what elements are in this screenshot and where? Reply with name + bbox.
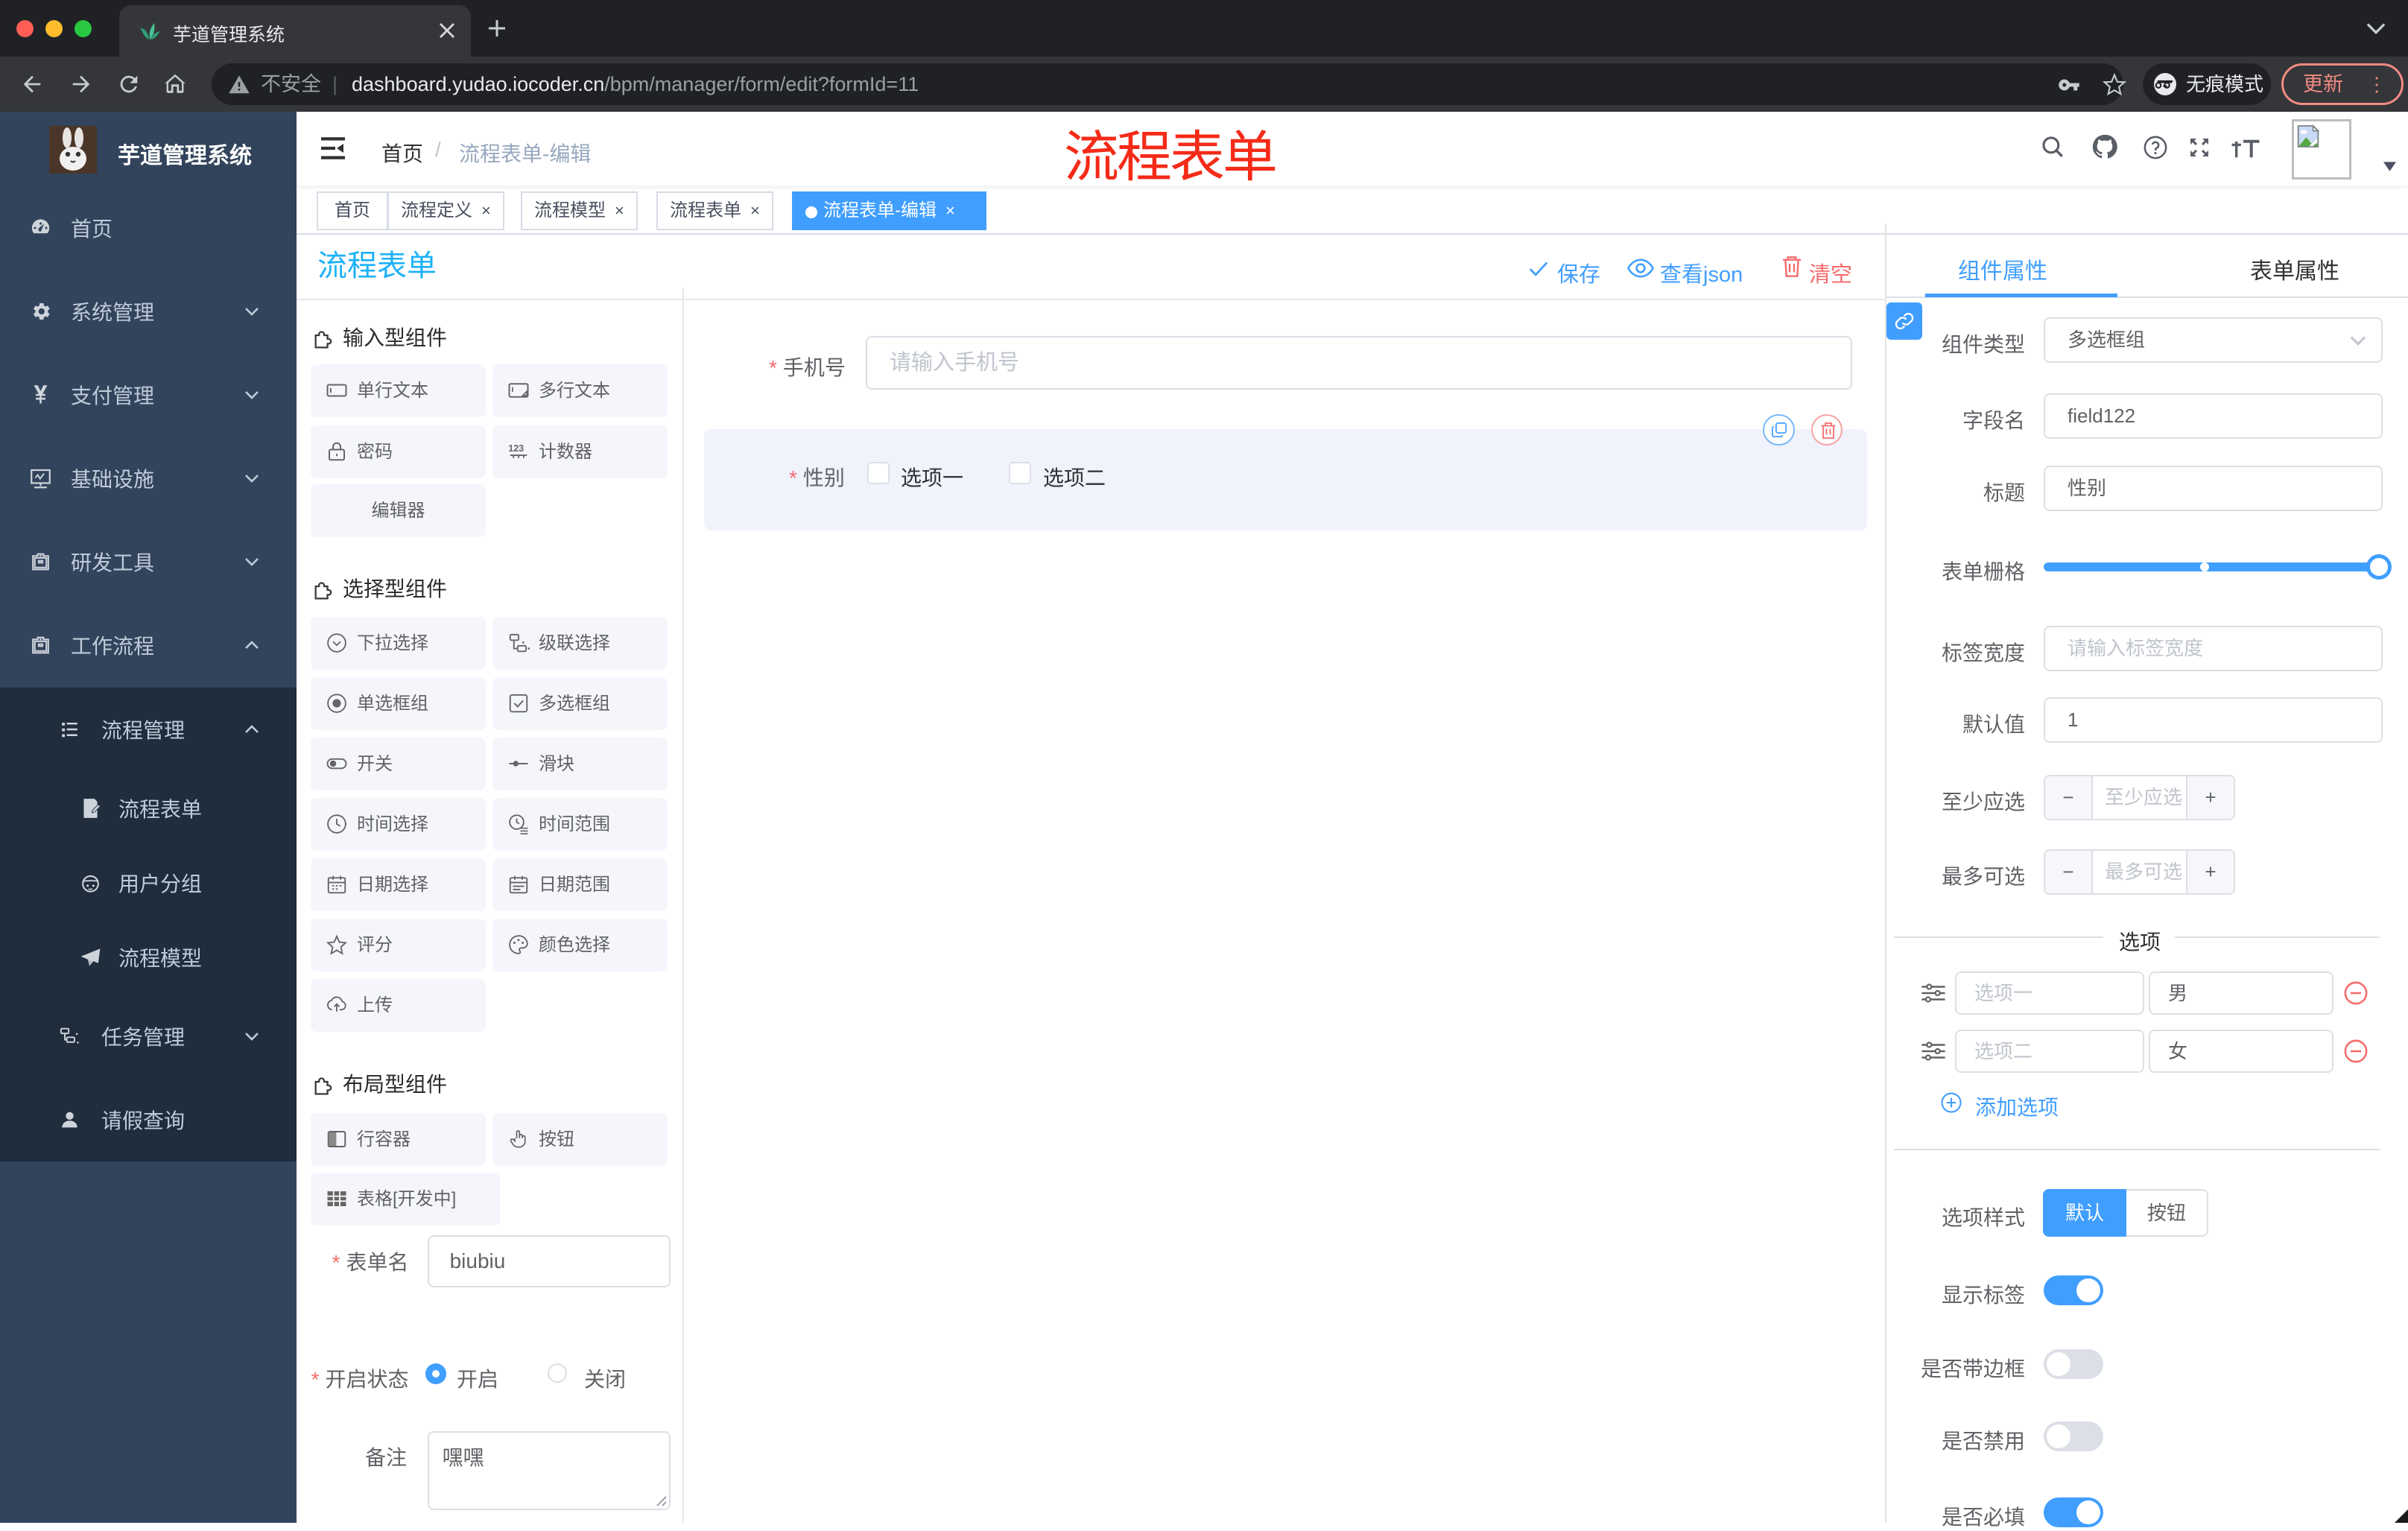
svg-text:123: 123 [508,443,524,454]
